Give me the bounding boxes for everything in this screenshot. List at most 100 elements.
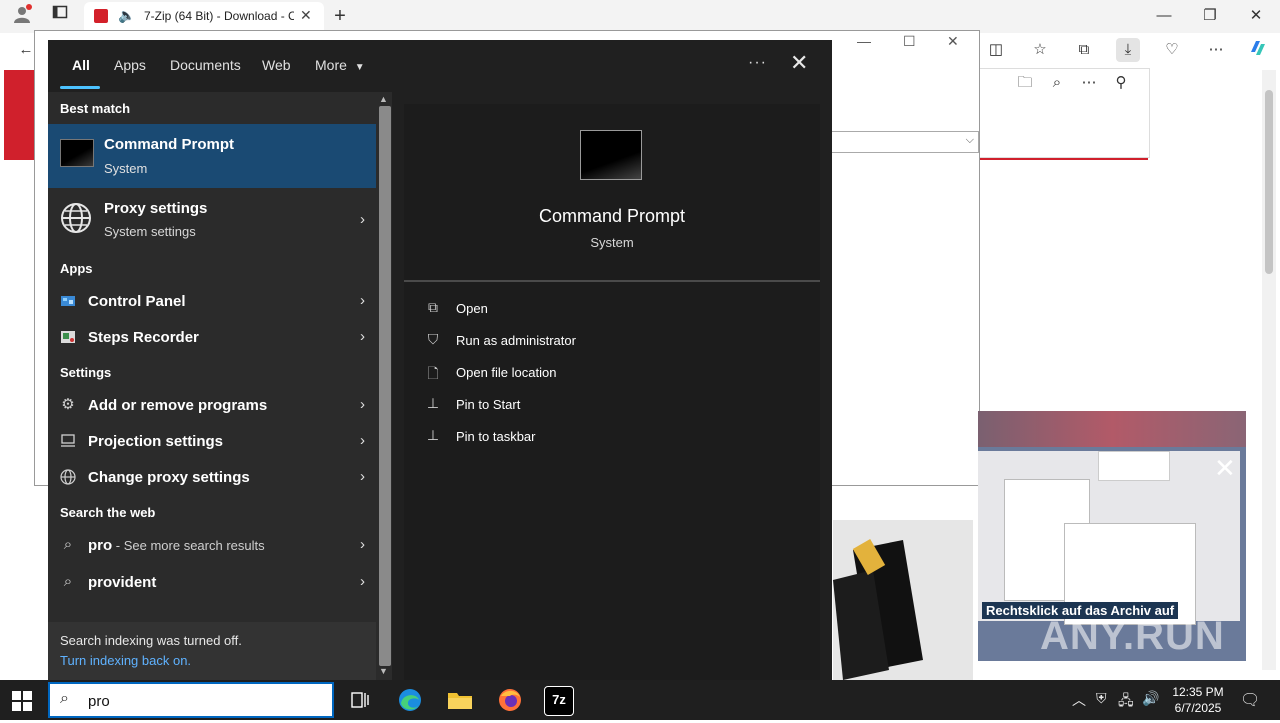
collections-icon[interactable]: ⧉ (1072, 38, 1096, 62)
downloads-panel: 🗀 ⌕ ⋯ ⚲ (978, 68, 1150, 158)
7zip-app-icon[interactable]: 7z (544, 686, 574, 716)
bg-minimize-icon[interactable]: — (857, 33, 871, 49)
scroll-down-icon[interactable]: ▼ (379, 666, 388, 676)
tab-title: 7-Zip (64 Bit) - Download - C (144, 9, 294, 23)
task-view-icon[interactable] (346, 686, 374, 714)
run-as-admin-action[interactable]: ⛉ Run as administrator (424, 328, 804, 356)
indexing-note: Search indexing was turned off. (60, 633, 242, 648)
tab-apps[interactable]: Apps (114, 57, 146, 73)
pin-to-taskbar-action[interactable]: ⊥ Pin to taskbar (424, 424, 804, 452)
tab-more-label: More (315, 57, 347, 73)
search-flyout: All Apps Documents Web More ▼ ··· ✕ Best… (48, 40, 832, 680)
tab-more[interactable]: More ▼ (315, 57, 365, 73)
downloads-more-icon[interactable]: ⋯ (1077, 71, 1101, 95)
notifications-icon[interactable]: 🗨 (1240, 690, 1260, 710)
file-explorer-icon[interactable] (446, 686, 474, 714)
web-result-provident[interactable]: ⌕ provident › (48, 566, 376, 600)
browser-essentials-icon[interactable]: ♡ (1160, 38, 1184, 62)
projection-settings-result[interactable]: Projection settings › (48, 425, 376, 459)
pin-icon: ⊥ (426, 427, 440, 443)
settings-more-icon[interactable]: ⋯ (1204, 38, 1228, 62)
search-downloads-icon[interactable]: ⌕ (1045, 71, 1069, 95)
open-folder-icon[interactable]: 🗀 (1013, 71, 1037, 95)
chevron-right-icon[interactable]: › (360, 292, 365, 309)
best-match-subtitle: System (104, 161, 148, 176)
downloads-icon[interactable]: ⤓ (1116, 38, 1140, 62)
turn-indexing-on-link[interactable]: Turn indexing back on. (60, 653, 191, 668)
chevron-right-icon[interactable]: › (360, 573, 365, 590)
scroll-up-icon[interactable]: ▲ (379, 94, 388, 104)
browser-tab[interactable]: 🔈 7-Zip (64 Bit) - Download - C ✕ (84, 2, 324, 30)
pin-to-start-label: Pin to Start (456, 397, 521, 412)
bg-path-combobox[interactable]: ⌵ (831, 131, 979, 153)
control-panel-result[interactable]: Control Panel › (48, 285, 376, 319)
pin-to-taskbar-label: Pin to taskbar (456, 429, 536, 444)
steps-recorder-icon (60, 329, 76, 345)
proxy-settings-result[interactable]: Proxy settings System settings › (48, 192, 376, 250)
proxy-subtitle: System settings (104, 224, 196, 239)
search-icon: ⌕ (63, 573, 73, 590)
tab-documents[interactable]: Documents (170, 57, 241, 73)
bg-close-icon[interactable]: ✕ (947, 33, 959, 50)
chevron-right-icon[interactable]: › (360, 396, 365, 413)
ad-close-icon[interactable]: ✕ (1214, 453, 1236, 484)
best-match-header: Best match (60, 101, 131, 116)
new-tab-button[interactable]: + (328, 4, 352, 28)
control-panel-label: Control Panel (88, 293, 186, 310)
firefox-icon[interactable] (496, 686, 524, 714)
more-dropdown-icon: ▼ (354, 62, 365, 73)
flyout-options-icon[interactable]: ··· (748, 54, 767, 72)
clock-date: 6/7/2025 (1174, 701, 1222, 715)
clock-time: 12:35 PM (1172, 685, 1224, 699)
video-ad[interactable]: ✕ Rechtsklick auf das Archiv auf ANY.RUN (978, 411, 1246, 661)
tab-close-icon[interactable]: ✕ (300, 7, 312, 24)
chevron-right-icon[interactable]: › (360, 328, 365, 345)
close-window-icon[interactable]: ✕ (1244, 4, 1268, 28)
open-action[interactable]: ⧉ Open (424, 296, 804, 324)
run-as-admin-label: Run as administrator (456, 333, 576, 348)
bg-maximize-icon[interactable]: ☐ (903, 33, 916, 50)
tab-web[interactable]: Web (262, 57, 291, 73)
pin-panel-icon[interactable]: ⚲ (1109, 71, 1133, 95)
chevron-right-icon[interactable]: › (360, 432, 365, 449)
minimize-icon[interactable]: — (1152, 4, 1176, 28)
flyout-close-icon[interactable]: ✕ (790, 50, 808, 76)
change-proxy-settings-result[interactable]: Change proxy settings › (48, 461, 376, 495)
taskbar-search-input[interactable]: ⌕ pro (48, 682, 334, 718)
settings-header: Settings (60, 365, 112, 380)
tab-actions-icon[interactable] (48, 4, 72, 28)
projection-settings-label: Projection settings (88, 433, 224, 450)
solar-panel-image (833, 520, 973, 680)
audio-icon[interactable]: 🔈 (118, 7, 135, 24)
profile-icon[interactable] (10, 4, 34, 28)
tab-all[interactable]: All (72, 57, 90, 73)
web-result-pro[interactable]: ⌕ pro - See more search results › (48, 529, 376, 563)
favorites-icon[interactable]: ☆ (1028, 38, 1052, 62)
results-scrollbar-thumb[interactable] (379, 106, 391, 666)
add-remove-programs-result[interactable]: ⚙ Add or remove programs › (48, 389, 376, 423)
copilot-icon[interactable] (1246, 38, 1270, 62)
open-file-location-action[interactable]: 🗋 Open file location (424, 360, 804, 388)
web-more-results: - See more search results (112, 538, 265, 553)
show-hidden-icons-icon[interactable]: ︿ (1072, 690, 1086, 710)
steps-recorder-result[interactable]: Steps Recorder › (48, 321, 376, 355)
chevron-right-icon[interactable]: › (360, 536, 365, 553)
edge-app-icon[interactable] (396, 686, 424, 714)
windows-start-icon[interactable] (10, 690, 34, 712)
site-favicon (94, 9, 108, 23)
restore-icon[interactable]: ❐ (1198, 4, 1222, 28)
change-proxy-settings-label: Change proxy settings (88, 469, 250, 486)
page-scrollbar-thumb[interactable] (1265, 90, 1273, 274)
chevron-right-icon[interactable]: › (360, 468, 365, 485)
browser-tab-strip: 🔈 7-Zip (64 Bit) - Download - C ✕ + — ❐ … (0, 0, 1280, 33)
chevron-right-icon[interactable]: › (360, 211, 365, 228)
split-screen-icon[interactable]: ◫ (984, 38, 1008, 62)
security-icon[interactable]: ⛨ (1096, 690, 1107, 707)
system-clock[interactable]: 12:35 PM 6/7/2025 (1170, 684, 1226, 716)
best-match-result[interactable]: Command Prompt System (48, 124, 376, 188)
network-icon[interactable]: 🖧 (1118, 690, 1134, 714)
file-location-icon: 🗋 (427, 365, 439, 381)
pin-to-start-action[interactable]: ⊥ Pin to Start (424, 392, 804, 420)
shield-icon: ⛉ (427, 331, 439, 347)
volume-icon[interactable]: 🔊 (1142, 690, 1159, 707)
